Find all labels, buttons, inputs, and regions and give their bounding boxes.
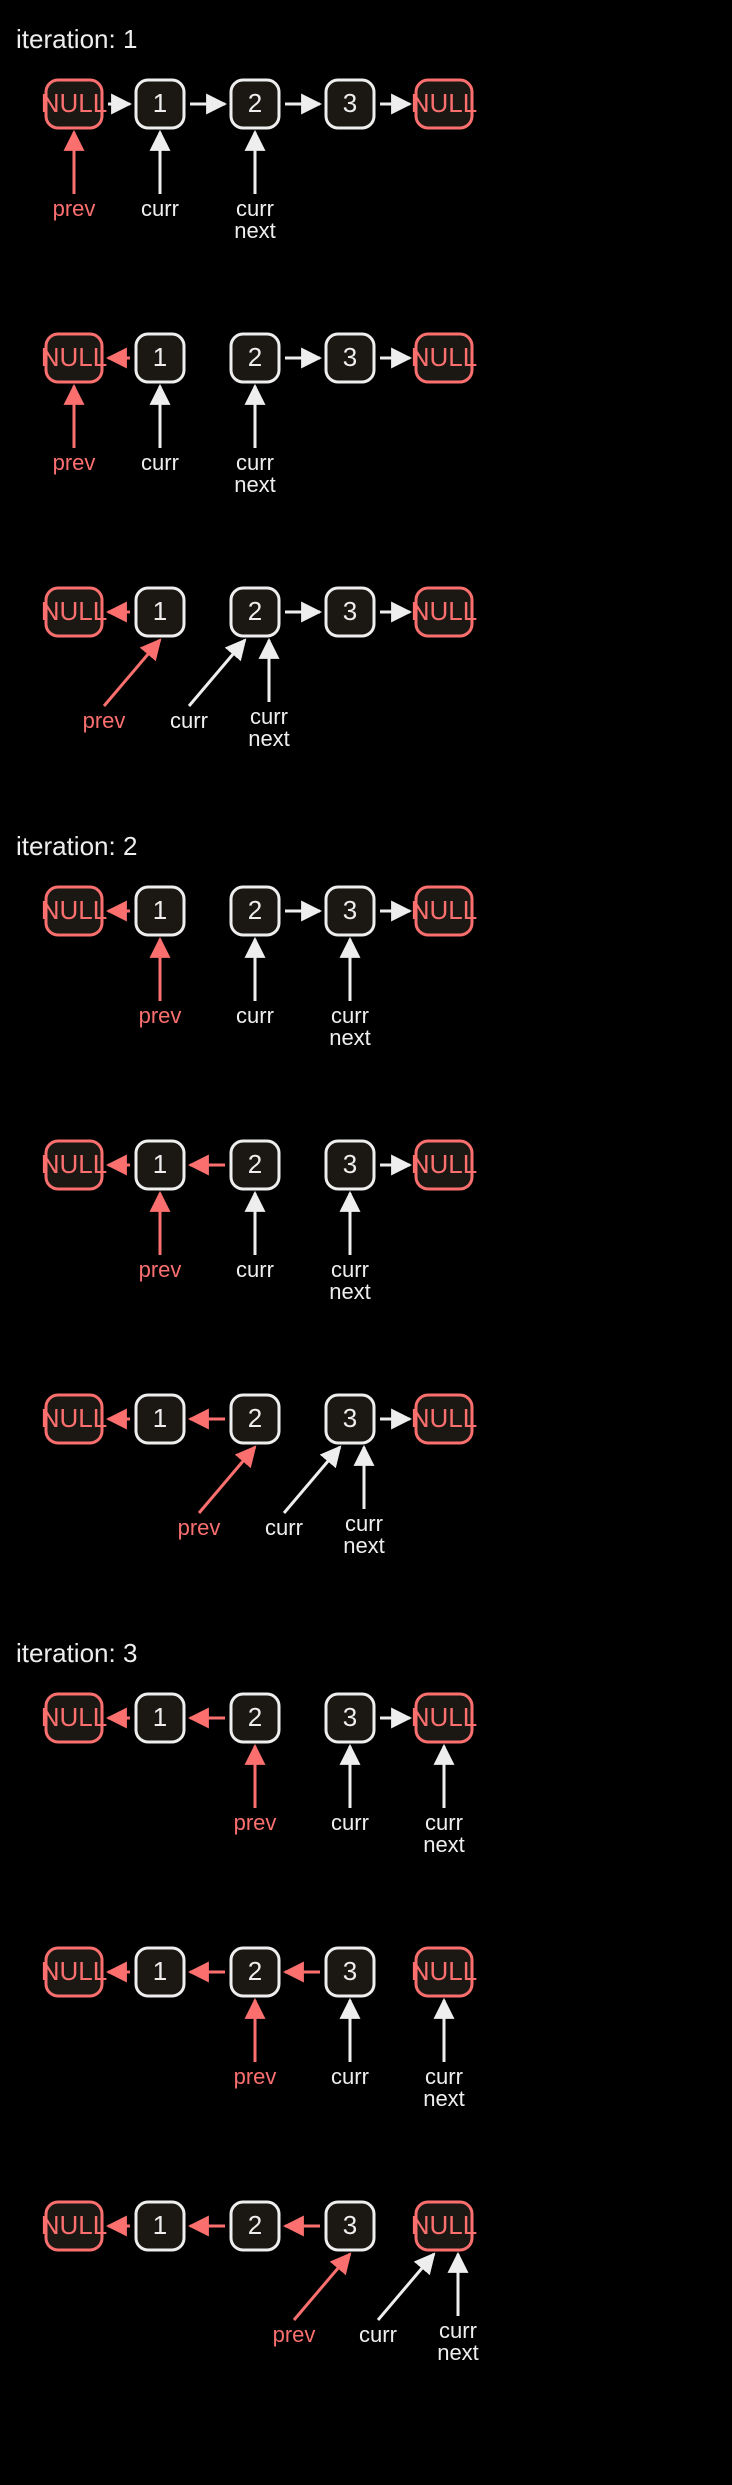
diagram-row: NULL 1 2 3 NULL prev curr currnext — [16, 577, 716, 807]
node-1-label: 1 — [153, 596, 167, 626]
pointer-curr — [189, 640, 245, 706]
node-1-label: 1 — [153, 1403, 167, 1433]
pointer-prev — [104, 640, 160, 706]
node-3-label: 3 — [343, 1956, 357, 1986]
null-right-label: NULL — [411, 1149, 477, 1179]
diagram-row: NULL 1 2 3 NULL prev curr currnext — [16, 876, 716, 1106]
node-2-label: 2 — [248, 342, 262, 372]
diagram-row: NULL 1 2 3 NULL prev curr currnext — [16, 323, 716, 553]
null-right-label: NULL — [411, 1956, 477, 1986]
node-1-label: 1 — [153, 1149, 167, 1179]
null-right-label: NULL — [411, 342, 477, 372]
node-2-label: 2 — [248, 1956, 262, 1986]
pointer-label-curr: curr — [359, 2322, 397, 2347]
pointer-label-curr: curr — [331, 1810, 369, 1835]
pointer-label-prev: prev — [139, 1257, 182, 1282]
pointer-label-curr-next: currnext — [329, 1257, 371, 1304]
pointer-label-curr: curr — [236, 1003, 274, 1028]
linked-list-diagram: iteration: 1NULL123NULLprevcurrcurrnextN… — [0, 0, 732, 2485]
pointer-label-curr-next: currnext — [234, 450, 276, 497]
node-2-label: 2 — [248, 88, 262, 118]
null-right-label: NULL — [411, 1702, 477, 1732]
node-3-label: 3 — [343, 1702, 357, 1732]
null-left-label: NULL — [41, 895, 107, 925]
pointer-label-prev: prev — [53, 450, 96, 475]
null-right-label: NULL — [411, 895, 477, 925]
pointer-label-prev: prev — [83, 708, 126, 733]
node-3-label: 3 — [343, 1403, 357, 1433]
node-2-label: 2 — [248, 1702, 262, 1732]
node-1-label: 1 — [153, 1702, 167, 1732]
pointer-prev — [294, 2254, 350, 2320]
pointer-label-prev: prev — [53, 196, 96, 221]
pointer-label-curr: curr — [265, 1515, 303, 1540]
pointer-label-curr: curr — [141, 196, 179, 221]
pointer-label-prev: prev — [139, 1003, 182, 1028]
node-1-label: 1 — [153, 2210, 167, 2240]
node-1-label: 1 — [153, 342, 167, 372]
pointer-label-prev: prev — [178, 1515, 221, 1540]
pointer-label-curr: curr — [170, 708, 208, 733]
null-right-label: NULL — [411, 88, 477, 118]
node-3-label: 3 — [343, 2210, 357, 2240]
null-left-label: NULL — [41, 88, 107, 118]
node-1-label: 1 — [153, 895, 167, 925]
iteration-title: iteration: 1 — [16, 24, 716, 55]
node-1-label: 1 — [153, 1956, 167, 1986]
null-left-label: NULL — [41, 1956, 107, 1986]
pointer-curr — [284, 1447, 340, 1513]
diagram-row: NULL 1 2 3 NULL prev curr currnext — [16, 2191, 716, 2421]
pointer-prev — [199, 1447, 255, 1513]
node-2-label: 2 — [248, 2210, 262, 2240]
null-right-label: NULL — [411, 1403, 477, 1433]
node-1-label: 1 — [153, 88, 167, 118]
pointer-label-curr-next: currnext — [234, 196, 276, 243]
null-left-label: NULL — [41, 1403, 107, 1433]
node-2-label: 2 — [248, 1403, 262, 1433]
pointer-label-curr-next: currnext — [423, 2064, 465, 2111]
diagram-row: NULL 1 2 3 NULL prev curr currnext — [16, 1683, 716, 1913]
node-3-label: 3 — [343, 596, 357, 626]
pointer-label-curr-next: currnext — [329, 1003, 371, 1050]
null-left-label: NULL — [41, 2210, 107, 2240]
node-3-label: 3 — [343, 88, 357, 118]
node-2-label: 2 — [248, 596, 262, 626]
iteration-title: iteration: 2 — [16, 831, 716, 862]
null-left-label: NULL — [41, 1702, 107, 1732]
pointer-label-curr-next: currnext — [248, 704, 290, 751]
node-3-label: 3 — [343, 1149, 357, 1179]
iteration-title: iteration: 3 — [16, 1638, 716, 1669]
null-left-label: NULL — [41, 596, 107, 626]
diagram-row: NULL 1 2 3 NULL prev curr currnext — [16, 1937, 716, 2167]
pointer-label-prev: prev — [234, 1810, 277, 1835]
node-2-label: 2 — [248, 1149, 262, 1179]
diagram-row: NULL 1 2 3 NULL prev curr currnext — [16, 1130, 716, 1360]
pointer-label-curr: curr — [236, 1257, 274, 1282]
pointer-label-curr-next: currnext — [437, 2318, 479, 2365]
node-3-label: 3 — [343, 895, 357, 925]
pointer-label-curr-next: currnext — [423, 1810, 465, 1857]
pointer-label-curr-next: currnext — [343, 1511, 385, 1558]
null-right-label: NULL — [411, 2210, 477, 2240]
pointer-label-prev: prev — [234, 2064, 277, 2089]
node-2-label: 2 — [248, 895, 262, 925]
diagram-row: NULL 1 2 3 NULL prev curr currnext — [16, 69, 716, 299]
diagram-row: NULL 1 2 3 NULL prev curr currnext — [16, 1384, 716, 1614]
null-right-label: NULL — [411, 596, 477, 626]
null-left-label: NULL — [41, 342, 107, 372]
node-3-label: 3 — [343, 342, 357, 372]
pointer-curr — [378, 2254, 434, 2320]
pointer-label-curr: curr — [331, 2064, 369, 2089]
pointer-label-curr: curr — [141, 450, 179, 475]
pointer-label-prev: prev — [273, 2322, 316, 2347]
null-left-label: NULL — [41, 1149, 107, 1179]
